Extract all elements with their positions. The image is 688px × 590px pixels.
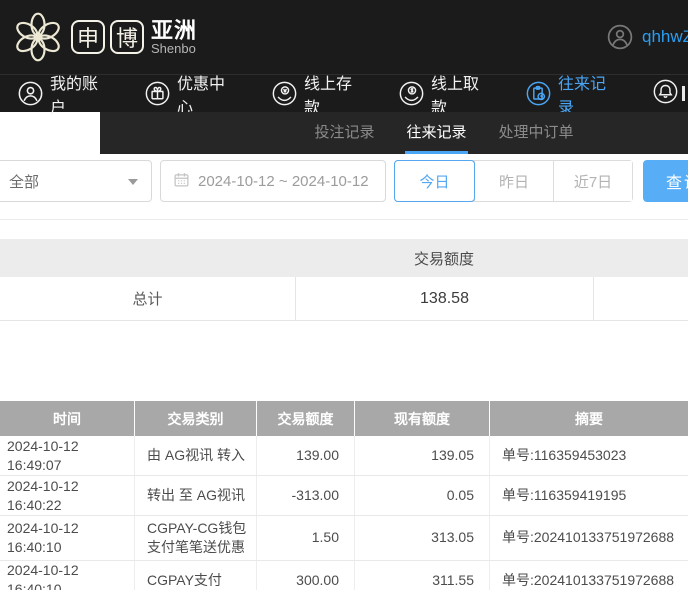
brand-text: 亚洲 Shenbo <box>151 19 197 56</box>
summary-empty-cell <box>593 277 688 320</box>
cell-amount: -313.00 <box>257 476 355 515</box>
summary-total-row: 总计 138.58 <box>0 277 688 321</box>
cell-time: 2024-10-12 16:40:22 <box>0 476 135 515</box>
search-button[interactable]: 查询 <box>643 160 688 202</box>
cell-balance: 0.05 <box>355 476 490 515</box>
nav-label: 优惠中心 <box>177 75 226 117</box>
quick-date-buttons: 今日 昨日 近7日 <box>394 160 633 202</box>
tab-pending-orders[interactable]: 处理中订单 <box>498 112 575 154</box>
deposit-icon <box>272 81 297 106</box>
tab-bet-records[interactable]: 投注记录 <box>313 112 375 154</box>
nav-item-transaction-records[interactable]: 往来记录 <box>526 70 616 118</box>
cell-balance: 311.55 <box>355 560 490 590</box>
nav-label: 我的账户 <box>50 75 99 117</box>
last7days-button[interactable]: 近7日 <box>553 161 632 201</box>
cell-type: CGPAY支付 <box>135 560 257 590</box>
cell-memo: 单号:116359419195 <box>502 487 627 504</box>
type-filter-select[interactable]: 全部 <box>0 160 152 202</box>
cell-balance: 313.05 <box>355 516 490 560</box>
user-avatar-icon <box>607 24 633 50</box>
cell-memo: 单号:202410133751972688 <box>502 529 675 546</box>
bell-icon <box>653 79 678 109</box>
main-navigation: 我的账户 优惠中心 线上存款 线上取款 往来记录 <box>0 74 688 117</box>
records-icon <box>526 81 551 106</box>
nav-item-notifications[interactable] <box>653 79 685 109</box>
table-row: 2024-10-12 16:40:10 CGPAY-CG钱包支付笔笔送优惠 1.… <box>0 516 688 561</box>
nav-item-deposit[interactable]: 线上存款 <box>272 70 362 118</box>
cell-type: 转出 至 AG视讯 <box>135 476 257 515</box>
summary-table: 交易额度 总计 138.58 <box>0 239 688 321</box>
brand-english-label: Shenbo <box>151 40 196 56</box>
cut-off-nav-text <box>682 86 685 101</box>
summary-total-label: 总计 <box>132 291 163 308</box>
account-icon <box>18 81 43 106</box>
calendar-icon <box>173 171 190 192</box>
date-range-value: 2024-10-12 ~ 2024-10-12 <box>198 172 369 190</box>
summary-header-row: 交易额度 <box>0 239 688 277</box>
brand-region-label: 亚洲 <box>151 17 198 43</box>
column-header-time: 时间 <box>0 401 135 436</box>
cell-memo: 单号:116359453023 <box>502 447 627 464</box>
summary-header-amount: 交易额度 <box>413 250 474 268</box>
summary-header-spacer <box>593 239 688 277</box>
cell-time: 2024-10-12 16:49:07 <box>0 436 135 475</box>
nav-item-withdraw[interactable]: 线上取款 <box>399 70 489 118</box>
column-header-balance: 现有额度 <box>355 401 490 436</box>
column-header-type: 交易类别 <box>135 401 257 436</box>
column-header-amount: 交易额度 <box>257 401 355 436</box>
column-header-memo: 摘要 <box>575 410 603 427</box>
yesterday-button[interactable]: 昨日 <box>474 161 553 201</box>
nav-label: 线上存款 <box>304 75 353 117</box>
cell-time: 2024-10-12 16:40:10 <box>0 560 135 590</box>
cell-balance: 139.05 <box>355 436 490 475</box>
transactions-table: 时间 交易类别 交易额度 现有额度 摘要 2024-10-12 16:49:07… <box>0 401 688 590</box>
type-filter-value: 全部 <box>9 173 40 191</box>
date-range-input[interactable]: 2024-10-12 ~ 2024-10-12 <box>160 160 386 202</box>
username-label: qhhwZ <box>642 27 688 46</box>
summary-header-spacer <box>0 239 295 277</box>
table-header-row: 时间 交易类别 交易额度 现有额度 摘要 <box>0 401 688 436</box>
nav-item-my-account[interactable]: 我的账户 <box>18 70 108 118</box>
today-button[interactable]: 今日 <box>394 160 475 202</box>
user-account[interactable]: qhhwZ <box>607 24 688 50</box>
tab-transaction-records[interactable]: 往来记录 <box>405 112 468 154</box>
cell-amount: 139.00 <box>257 436 355 475</box>
top-header: 申 博 亚洲 Shenbo qhhwZ <box>0 0 688 74</box>
gift-icon <box>145 81 170 106</box>
brand-char-shen: 申 <box>71 20 105 54</box>
nav-label: 往来记录 <box>558 75 607 117</box>
cell-memo: 单号:202410133751972688 <box>502 571 675 588</box>
nav-label: 线上取款 <box>431 75 480 117</box>
filter-bar: 全部 2024-10-12 ~ 2024-10-12 今日 昨日 近7日 查询 <box>0 154 688 220</box>
record-tabs: 投注记录 往来记录 处理中订单 <box>100 112 688 154</box>
table-row: 2024-10-12 16:40:10 CGPAY支付 300.00 311.5… <box>0 560 688 590</box>
cell-type: CGPAY-CG钱包支付笔笔送优惠 <box>135 516 257 560</box>
table-row: 2024-10-12 16:40:22 转出 至 AG视讯 -313.00 0.… <box>0 476 688 516</box>
nav-item-promotions[interactable]: 优惠中心 <box>145 70 235 118</box>
cell-amount: 300.00 <box>257 560 355 590</box>
flower-logo-icon <box>16 12 60 62</box>
table-row: 2024-10-12 16:49:07 由 AG视讯 转入 139.00 139… <box>0 436 688 476</box>
cell-amount: 1.50 <box>257 516 355 560</box>
cell-type: 由 AG视讯 转入 <box>135 436 257 475</box>
spacer <box>0 321 688 401</box>
brand-char-bo: 博 <box>110 20 144 54</box>
chevron-down-icon <box>128 179 138 185</box>
withdraw-icon <box>399 81 424 106</box>
summary-total-value: 138.58 <box>295 277 593 320</box>
cell-time: 2024-10-12 16:40:10 <box>0 516 135 560</box>
